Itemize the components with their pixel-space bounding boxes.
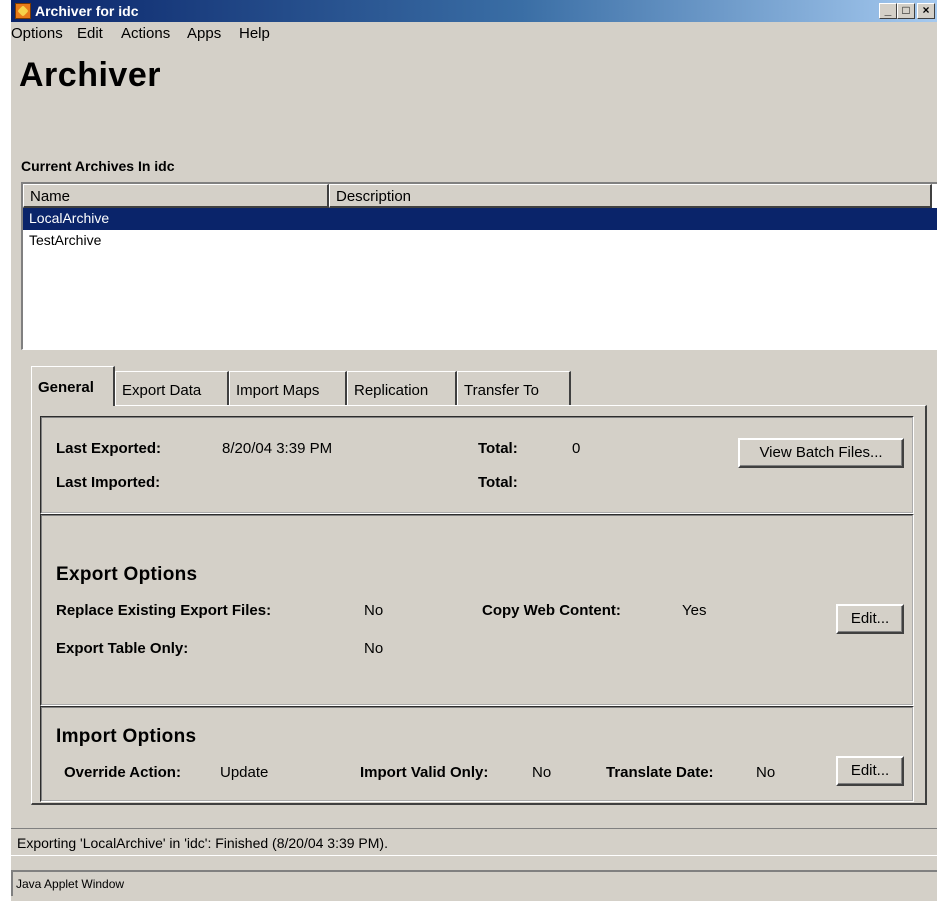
- menu-help[interactable]: Help: [239, 25, 270, 42]
- menu-apps[interactable]: Apps: [187, 25, 221, 42]
- last-imported-label: Last Imported:: [56, 474, 161, 491]
- export-import-summary: Last Exported: 8/20/04 3:39 PM Total: 0 …: [40, 416, 914, 514]
- menu-options[interactable]: Options: [11, 25, 63, 42]
- tab-import-maps[interactable]: Import Maps: [229, 371, 347, 405]
- last-exported-value: 8/20/04 3:39 PM: [222, 440, 333, 457]
- close-button[interactable]: ×: [917, 3, 935, 19]
- export-total-label: Total:: [478, 440, 518, 457]
- menu-bar: Options Edit Actions Apps Help: [11, 22, 937, 46]
- export-options-group: Export Options Replace Existing Export F…: [40, 514, 914, 706]
- table-row[interactable]: LocalArchive: [23, 208, 937, 230]
- menu-actions[interactable]: Actions: [121, 25, 170, 42]
- import-total-label: Total:: [478, 474, 518, 491]
- tab-general[interactable]: General: [31, 366, 115, 406]
- export-options-title: Export Options: [56, 564, 198, 585]
- archives-section-label: Current Archives In idc: [21, 158, 175, 174]
- export-total-value: 0: [572, 440, 581, 457]
- override-action-label: Override Action:: [64, 764, 181, 781]
- translate-date-label: Translate Date:: [606, 764, 714, 781]
- window-title: Archiver for idc: [35, 3, 139, 19]
- import-options-edit-button[interactable]: Edit...: [836, 756, 904, 786]
- import-valid-only-value: No: [532, 764, 552, 781]
- export-options-edit-button[interactable]: Edit...: [836, 604, 904, 634]
- tab-export-data[interactable]: Export Data: [115, 371, 229, 405]
- general-tab-panel: Last Exported: 8/20/04 3:39 PM Total: 0 …: [31, 405, 927, 805]
- maximize-button[interactable]: □: [897, 3, 915, 19]
- replace-existing-value: No: [364, 602, 384, 619]
- archiver-window: Archiver for idc _ □ × Options Edit Acti…: [9, 0, 937, 901]
- view-batch-files-button[interactable]: View Batch Files...: [738, 438, 904, 468]
- copy-web-content-label: Copy Web Content:: [482, 602, 621, 619]
- menu-edit[interactable]: Edit: [77, 25, 103, 42]
- export-table-only-label: Export Table Only:: [56, 640, 189, 657]
- column-header-description[interactable]: Description: [329, 184, 932, 208]
- copy-web-content-value: Yes: [682, 602, 707, 619]
- archives-table: Name Description LocalArchive TestArchiv…: [21, 182, 937, 350]
- page-title: Archiver: [19, 56, 161, 94]
- override-action-value: Update: [220, 764, 269, 781]
- row-name: LocalArchive: [29, 210, 110, 226]
- row-name: TestArchive: [29, 232, 102, 248]
- archiver-app-icon[interactable]: [15, 3, 31, 19]
- last-exported-label: Last Exported:: [56, 440, 162, 457]
- tab-transfer-to[interactable]: Transfer To: [457, 371, 571, 405]
- applet-window-label: Java Applet Window: [11, 870, 937, 896]
- column-header-name[interactable]: Name: [23, 184, 329, 208]
- translate-date-value: No: [756, 764, 776, 781]
- minimize-button[interactable]: _: [879, 3, 897, 19]
- title-bar[interactable]: Archiver for idc _ □ ×: [11, 0, 937, 22]
- table-row[interactable]: TestArchive: [23, 230, 937, 252]
- status-message: Exporting 'LocalArchive' in 'idc': Finis…: [11, 828, 937, 856]
- export-table-only-value: No: [364, 640, 384, 657]
- import-options-title: Import Options: [56, 726, 197, 747]
- tab-replication[interactable]: Replication: [347, 371, 457, 405]
- import-options-group: Import Options Override Action: Update I…: [40, 706, 914, 802]
- replace-existing-label: Replace Existing Export Files:: [56, 602, 272, 619]
- import-valid-only-label: Import Valid Only:: [360, 764, 489, 781]
